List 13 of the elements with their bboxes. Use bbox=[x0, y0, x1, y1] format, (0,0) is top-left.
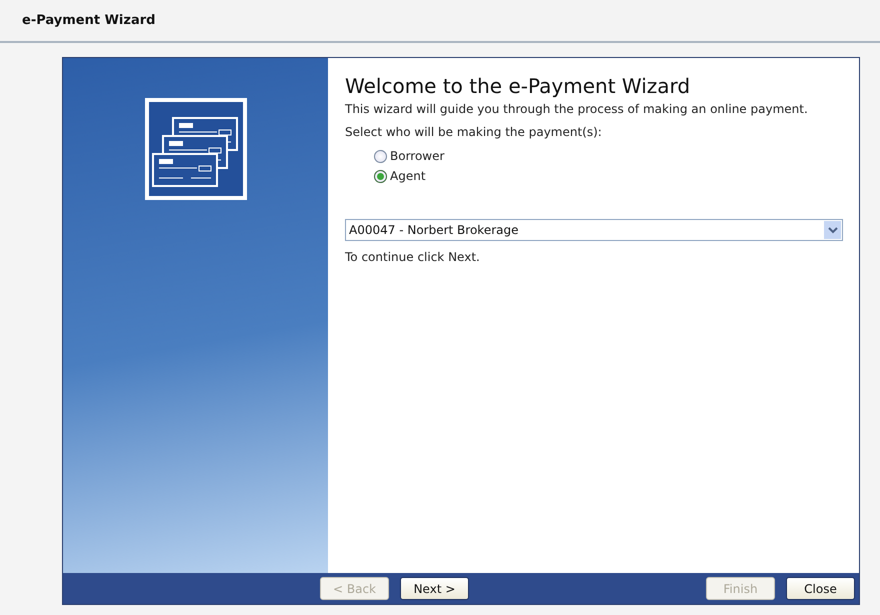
wizard-heading: Welcome to the e-Payment Wizard bbox=[345, 74, 692, 98]
wizard-button[interactable]: Next > bbox=[400, 577, 469, 600]
payer-radio[interactable]: Agent bbox=[374, 169, 426, 183]
payer-radio[interactable]: Borrower bbox=[374, 149, 444, 163]
prompt-text: Select who will be making the payment(s): bbox=[345, 125, 603, 139]
cheques-icon bbox=[144, 98, 246, 200]
intro-text: This wizard will guide you through the process of making an online payment. bbox=[345, 102, 809, 116]
wizard-button[interactable]: Close bbox=[786, 577, 855, 600]
window-title: e-Payment Wizard bbox=[22, 13, 156, 28]
agent-dropdown[interactable]: A00047 - Norbert Brokerage bbox=[345, 219, 843, 241]
hint-text: To continue click Next. bbox=[345, 250, 481, 264]
radio-circle-icon[interactable] bbox=[374, 150, 387, 162]
radio-circle-icon[interactable] bbox=[374, 170, 387, 182]
